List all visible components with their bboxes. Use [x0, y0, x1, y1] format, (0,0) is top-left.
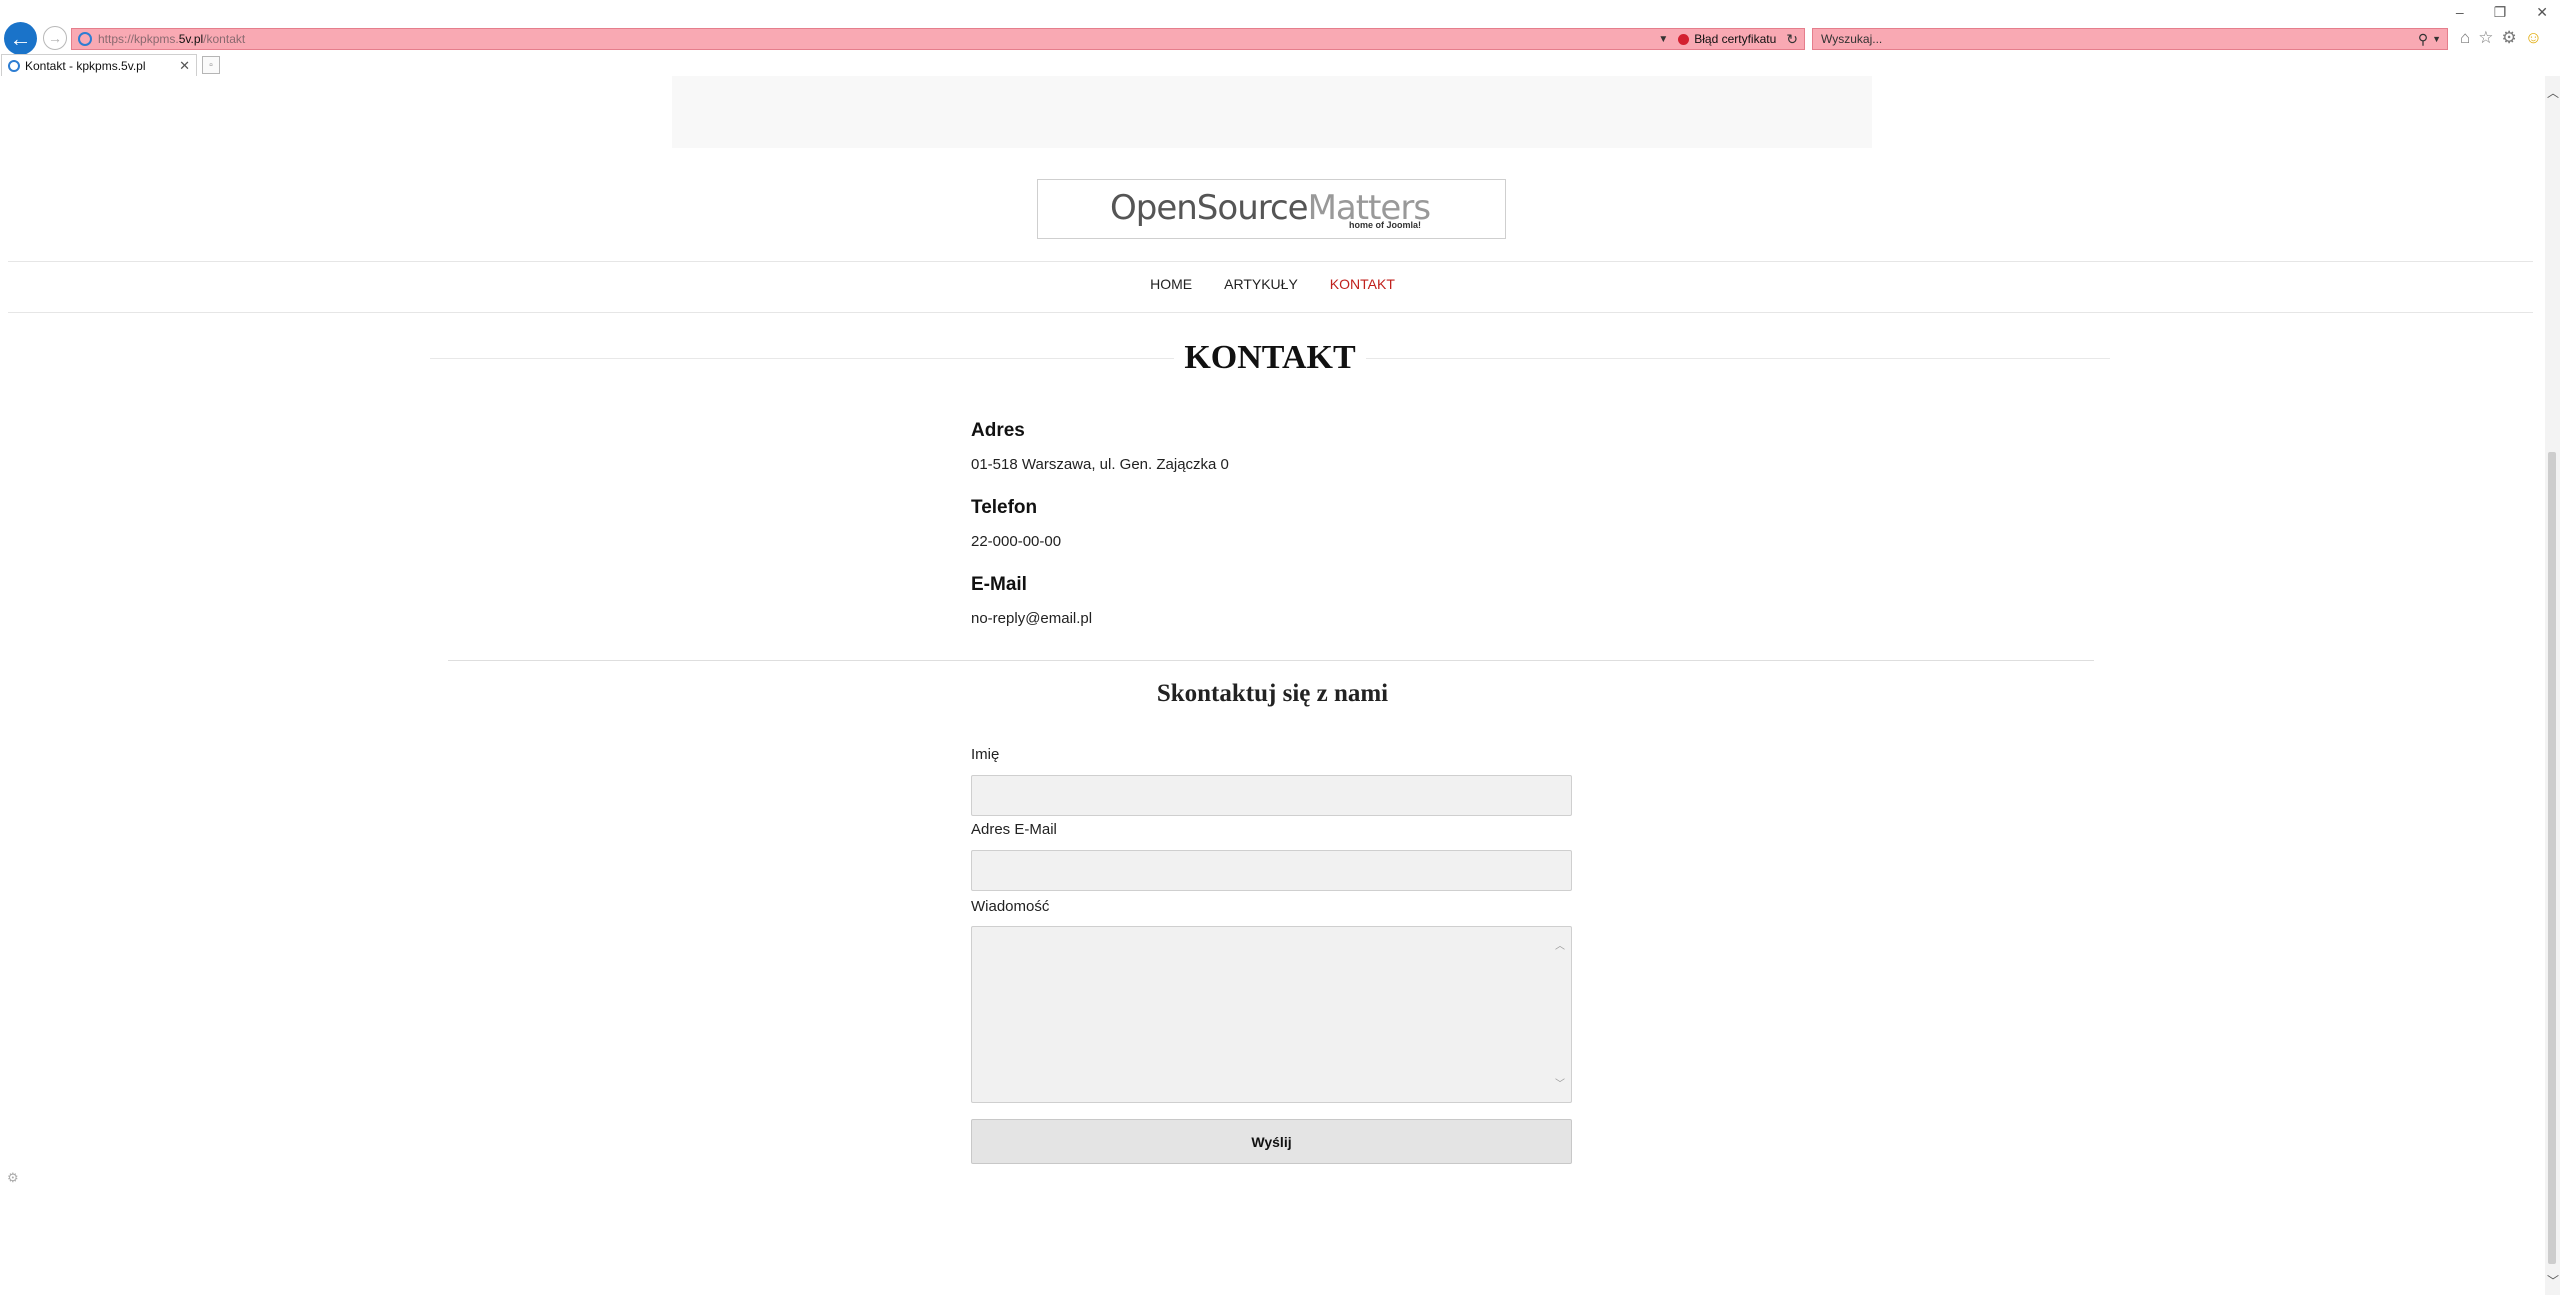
settings-gear-icon[interactable]: ⚙ — [7, 1170, 19, 1186]
scrollbar-thumb[interactable] — [2548, 452, 2556, 1264]
tab-favicon-icon — [8, 59, 20, 72]
tab-close-icon[interactable]: ✕ — [179, 58, 190, 74]
site-logo[interactable]: OpenSourceMatters home of Joomla! — [1037, 179, 1506, 239]
title-rule-right — [1365, 357, 2110, 359]
phone-value: 22-000-00-00 — [971, 533, 1062, 550]
top-banner — [672, 76, 1872, 148]
phone-label: Telefon — [971, 497, 1038, 518]
url-domain: 5v.pl — [178, 32, 204, 46]
scroll-up-icon[interactable]: ︿ — [2547, 84, 2559, 101]
feedback-smiley-icon[interactable]: ☺ — [2525, 28, 2542, 48]
email-value: no-reply@email.pl — [971, 610, 1093, 627]
search-input[interactable]: Wyszukaj... — [1821, 32, 2418, 46]
new-tab-button[interactable]: ▫ — [202, 56, 220, 74]
browser-toolbar: ← → https://kpkpms.5v.pl/kontakt ▼ Błąd … — [0, 0, 2560, 58]
chevron-up-icon[interactable]: ︿ — [1555, 937, 1565, 952]
arrow-right-icon: → — [48, 30, 62, 46]
url-path: /kontakt — [203, 32, 246, 46]
address-value: 01-518 Warszawa, ul. Gen. Zajączka 0 — [971, 456, 1229, 473]
toolbar-icons: ⌂ ☆ ⚙ ☺ — [2460, 28, 2542, 48]
url-prefix: https://kpkpms. — [98, 32, 179, 46]
address-dropdown-icon[interactable]: ▼ — [1658, 34, 1668, 45]
forward-button[interactable]: → — [43, 26, 67, 50]
name-input[interactable] — [971, 775, 1572, 816]
submit-button[interactable]: Wyślij — [971, 1119, 1572, 1164]
menu-item-kontakt[interactable]: KONTAKT — [1330, 276, 1395, 292]
refresh-icon[interactable]: ↻ — [1786, 31, 1798, 48]
certificate-error-label[interactable]: Błąd certyfikatu — [1694, 32, 1776, 46]
home-icon[interactable]: ⌂ — [2460, 28, 2470, 48]
title-rule-left — [430, 357, 1175, 359]
menu-item-home[interactable]: HOME — [1150, 276, 1192, 292]
email-field-label: Adres E-Mail — [971, 821, 1057, 838]
message-label: Wiadomość — [971, 898, 1050, 915]
menu-item-artykuly[interactable]: ARTYKUŁY — [1224, 276, 1298, 292]
message-textarea[interactable]: ︿ ﹀ — [971, 926, 1572, 1103]
ie-favicon-icon — [78, 32, 92, 46]
nav-divider-top — [8, 261, 2533, 262]
nav-divider-bottom — [8, 312, 2533, 313]
email-input[interactable] — [971, 850, 1572, 891]
page-title: KONTAKT — [1184, 339, 1356, 376]
contact-details: Adres 01-518 Warszawa, ul. Gen. Zajączka… — [971, 420, 1571, 630]
section-divider — [448, 660, 2094, 661]
address-label: Adres — [971, 420, 1025, 441]
tab-strip: Kontakt - kpkpms.5v.pl ✕ ▫ — [0, 54, 2560, 76]
email-label: E-Mail — [971, 574, 1027, 595]
search-dropdown-icon[interactable]: ▼ — [2432, 34, 2441, 44]
scroll-down-icon[interactable]: ﹀ — [2547, 1272, 2559, 1289]
url-text[interactable]: https://kpkpms.5v.pl/kontakt — [98, 32, 1658, 46]
tab-title: Kontakt - kpkpms.5v.pl — [25, 58, 146, 73]
search-box[interactable]: Wyszukaj... ⚲ ▼ — [1812, 28, 2448, 50]
search-icon[interactable]: ⚲ — [2418, 31, 2428, 48]
logo-text-dark: OpenSource — [1110, 188, 1309, 228]
back-button[interactable]: ← — [4, 22, 37, 55]
name-label: Imię — [971, 746, 1000, 763]
page-viewport: OpenSourceMatters home of Joomla! HOME A… — [0, 76, 2545, 1295]
certificate-error-icon[interactable] — [1678, 33, 1690, 45]
close-icon[interactable]: ✕ — [2536, 4, 2548, 21]
favorites-star-icon[interactable]: ☆ — [2478, 28, 2493, 48]
main-menu: HOME ARTYKUŁY KONTAKT — [0, 276, 2545, 292]
tab-kontakt[interactable]: Kontakt - kpkpms.5v.pl ✕ — [1, 54, 197, 76]
restore-icon[interactable]: ❐ — [2494, 4, 2507, 21]
arrow-left-icon: ← — [9, 25, 32, 51]
gear-icon[interactable]: ⚙ — [2502, 28, 2517, 48]
window-controls: – ❐ ✕ — [2456, 4, 2548, 21]
new-tab-icon: ▫ — [209, 59, 213, 71]
vertical-scrollbar[interactable]: ︿ ﹀ — [2545, 76, 2560, 1295]
logo-subtitle: home of Joomla! — [1348, 220, 1421, 230]
address-bar[interactable]: https://kpkpms.5v.pl/kontakt ▼ Błąd cert… — [71, 28, 1805, 50]
form-title: Skontaktuj się z nami — [1156, 680, 1389, 707]
page-title-row: KONTAKT — [430, 338, 2110, 378]
minimize-icon[interactable]: – — [2456, 4, 2464, 21]
chevron-down-icon[interactable]: ﹀ — [1555, 1075, 1565, 1090]
